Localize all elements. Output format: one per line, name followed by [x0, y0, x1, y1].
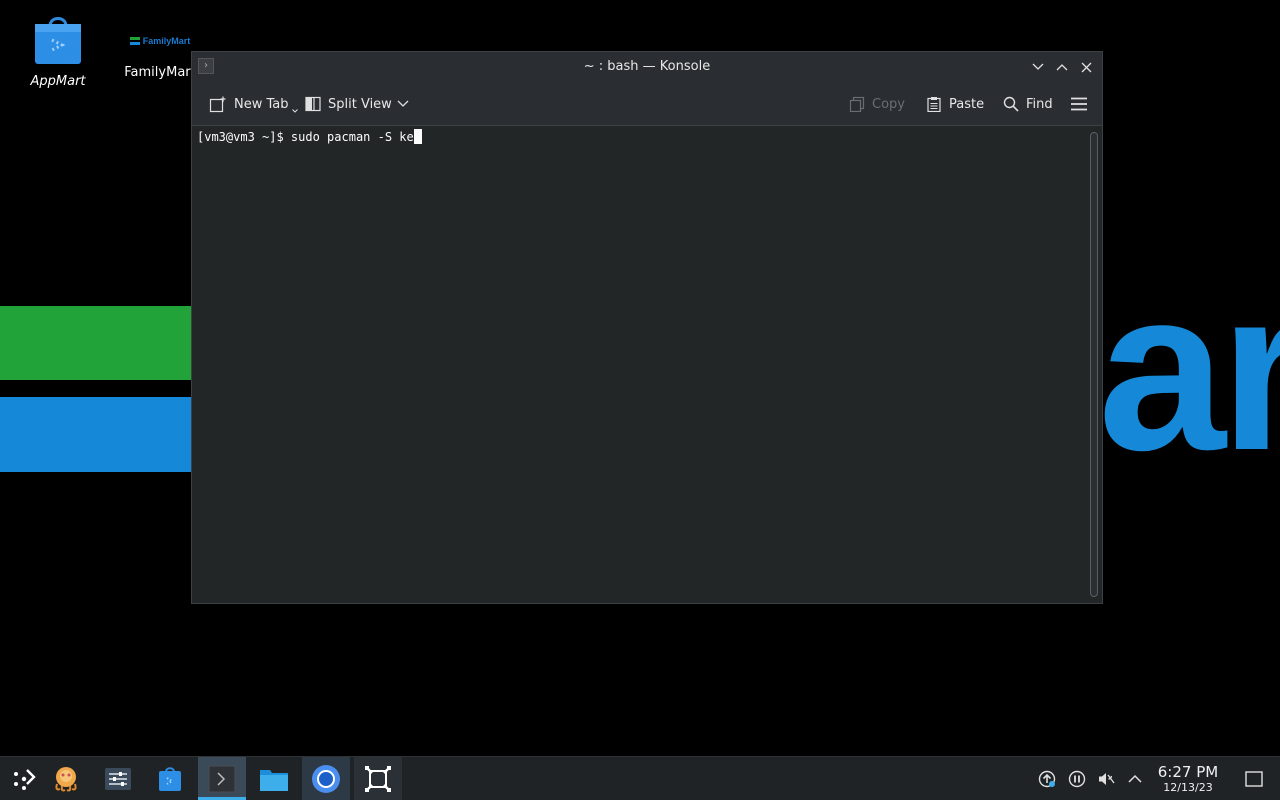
- taskbar: 6:27 PM 12/13/23: [0, 756, 1280, 800]
- hamburger-menu-icon: [1071, 97, 1087, 111]
- chromium-icon: [312, 764, 340, 793]
- terminal-cursor: [413, 129, 422, 144]
- scrollbar-thumb[interactable]: [1090, 132, 1098, 597]
- show-desktop-icon: [1245, 770, 1263, 787]
- split-view-menu-button[interactable]: [397, 94, 409, 114]
- find-button[interactable]: Find: [1003, 94, 1053, 114]
- desktop: art AppMart FamilyMart FamilyMart › ~ : …: [0, 0, 1280, 756]
- taskbar-chromium[interactable]: [302, 757, 350, 800]
- maximize-button[interactable]: [1052, 56, 1072, 78]
- familymart-logo: FamilyMart: [129, 30, 190, 52]
- octopi-icon: [55, 766, 77, 791]
- chevron-up-icon: [1128, 774, 1142, 783]
- taskbar-system-settings[interactable]: [94, 757, 142, 800]
- paste-label: Paste: [949, 96, 985, 112]
- show-desktop-button[interactable]: [1242, 757, 1266, 800]
- desktop-icon-label: FamilyMart: [124, 65, 196, 80]
- taskbar-window-manager[interactable]: [354, 757, 402, 800]
- clock-time: 6:27 PM: [1157, 763, 1219, 781]
- paste-icon: [927, 97, 941, 112]
- appmart-icon: [35, 17, 81, 64]
- chevron-down-icon: [397, 100, 409, 107]
- minimize-button[interactable]: [1028, 56, 1048, 78]
- tray-expand[interactable]: [1123, 757, 1147, 800]
- pause-icon: [1068, 770, 1086, 787]
- split-view-icon: [305, 96, 321, 112]
- taskbar-file-manager[interactable]: [250, 757, 298, 800]
- hamburger-menu-button[interactable]: [1070, 94, 1088, 114]
- app-launcher-icon: [14, 768, 36, 790]
- update-icon: [1038, 770, 1056, 787]
- split-view-button[interactable]: Split View: [305, 94, 392, 114]
- paste-button[interactable]: Paste: [926, 94, 984, 114]
- clock-date: 12/13/23: [1163, 781, 1213, 794]
- taskbar-appmart[interactable]: [146, 757, 194, 800]
- chevron-up-icon: [1056, 64, 1068, 71]
- tray-media-pause[interactable]: [1065, 757, 1089, 800]
- split-view-label: Split View: [328, 96, 392, 112]
- window-titlebar[interactable]: › ~ : bash — Konsole: [192, 52, 1102, 82]
- new-tab-button[interactable]: New Tab: [209, 94, 298, 114]
- chevron-down-icon: [1032, 63, 1044, 70]
- app-launcher-button[interactable]: [0, 757, 48, 800]
- system-settings-icon: [105, 767, 131, 790]
- volume-muted-icon: [1099, 772, 1115, 785]
- file-manager-icon: [260, 769, 288, 791]
- new-tab-label: New Tab: [234, 96, 289, 112]
- taskbar-konsole[interactable]: [198, 757, 246, 800]
- konsole-icon: [208, 765, 236, 792]
- search-icon: [1003, 96, 1019, 112]
- wallpaper-logo-text: art: [1098, 241, 1280, 498]
- tray-update[interactable]: [1035, 757, 1059, 800]
- copy-label: Copy: [872, 96, 905, 112]
- window-manager-icon: [365, 765, 391, 792]
- konsole-toolbar: New Tab Split View Copy Paste Find: [192, 82, 1102, 126]
- terminal-scrollbar[interactable]: [1090, 132, 1098, 597]
- terminal-input: sudo pacman -S ke: [290, 130, 414, 144]
- terminal-area[interactable]: [vm3@vm3 ~]$ sudo pacman -S ke: [192, 126, 1102, 603]
- terminal-command-line: [vm3@vm3 ~]$ sudo pacman -S ke: [197, 129, 422, 146]
- copy-icon: [849, 96, 865, 112]
- desktop-icon-appmart[interactable]: AppMart: [22, 12, 94, 89]
- chevron-down-icon: [291, 109, 298, 113]
- desktop-icon-label: AppMart: [30, 74, 86, 89]
- konsole-window[interactable]: › ~ : bash — Konsole New Tab Split View …: [191, 51, 1103, 604]
- window-title: ~ : bash — Konsole: [583, 59, 711, 74]
- copy-button[interactable]: Copy: [849, 94, 905, 114]
- close-button[interactable]: [1076, 56, 1096, 78]
- tray-volume[interactable]: [1094, 757, 1118, 800]
- taskbar-octopi[interactable]: [42, 757, 90, 800]
- appmart-icon: [159, 766, 181, 791]
- desktop-icon-familymart[interactable]: FamilyMart FamilyMart: [118, 30, 202, 80]
- new-tab-icon: [209, 96, 226, 112]
- clock[interactable]: 6:27 PM 12/13/23: [1152, 763, 1224, 794]
- find-label: Find: [1026, 96, 1053, 112]
- terminal-prompt: [vm3@vm3 ~]$: [197, 130, 291, 144]
- close-icon: [1081, 62, 1091, 72]
